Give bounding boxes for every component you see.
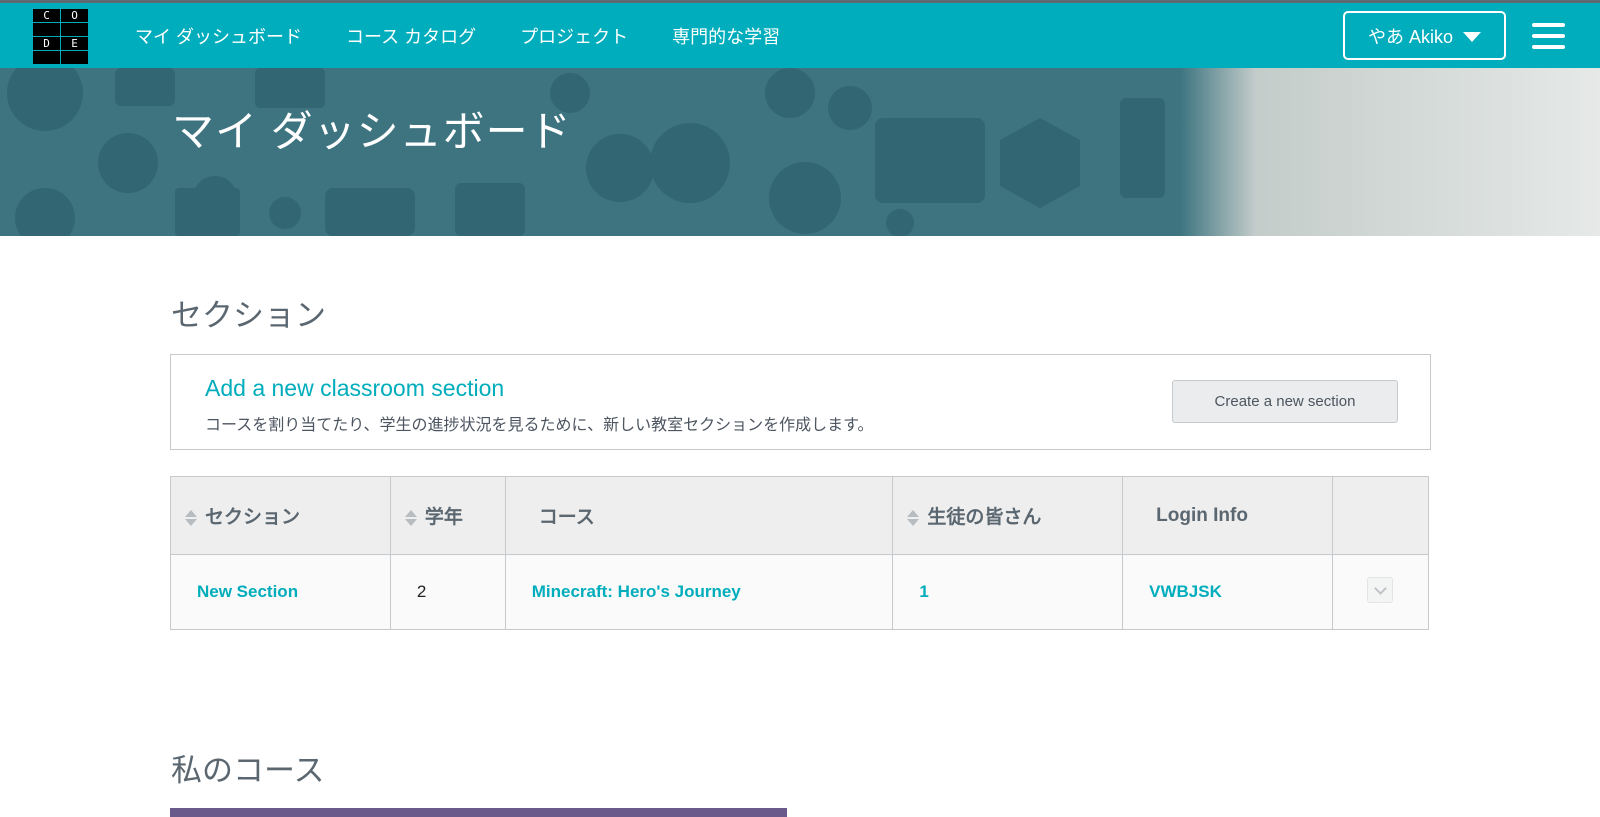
nav-links: マイ ダッシュボード コース カタログ プロジェクト 専門的な学習 (135, 3, 824, 68)
nav-link-course-catalog[interactable]: コース カタログ (346, 23, 476, 49)
add-section-description: コースを割り当てたり、学生の進捗状況を見るために、新しい教室セクションを作成しま… (205, 417, 874, 434)
nav-link-professional-learning[interactable]: 専門的な学習 (672, 23, 780, 49)
logo-letter-c: C (33, 9, 60, 22)
top-nav-bar: C O D E マイ ダッシュボード コース カタログ プロジェクト 専門的な学… (0, 0, 1600, 68)
table-row: New Section 2 Minecraft: Hero's Journey … (170, 554, 1429, 630)
sections-table: セクション 学年 コース 生徒の皆さん Login Info New Secti… (170, 476, 1429, 630)
add-section-title[interactable]: Add a new classroom section (205, 375, 504, 402)
header-section[interactable]: セクション (170, 476, 391, 555)
logo-letter-e: E (61, 37, 88, 50)
header-students[interactable]: 生徒の皆さん (892, 476, 1124, 555)
students-count-link[interactable]: 1 (919, 582, 928, 601)
header-label: 生徒の皆さん (927, 507, 1042, 528)
nav-link-projects[interactable]: プロジェクト (520, 23, 628, 49)
section-grade: 2 (416, 582, 427, 601)
cell-login-info: VWBJSK (1122, 554, 1333, 630)
sort-icon (907, 509, 920, 526)
logo-letter-d: D (33, 37, 60, 50)
user-menu-button[interactable]: やあ Akiko (1343, 11, 1506, 60)
header-grade[interactable]: 学年 (389, 476, 506, 555)
logo-blank (61, 51, 88, 64)
user-greeting: やあ Akiko (1367, 26, 1454, 47)
cell-grade: 2 (389, 554, 506, 630)
add-section-box: Add a new classroom section コースを割り当てたり、学… (170, 354, 1431, 450)
caret-down-icon (1463, 31, 1482, 42)
sort-icon (404, 509, 417, 526)
login-code-link[interactable]: VWBJSK (1149, 582, 1222, 601)
cell-actions (1332, 554, 1429, 630)
hero-photo (1180, 68, 1600, 236)
header-actions (1332, 476, 1429, 555)
code-logo[interactable]: C O D E (33, 9, 88, 64)
logo-letter-o: O (61, 9, 88, 22)
table-header-row: セクション 学年 コース 生徒の皆さん Login Info (170, 476, 1429, 555)
hamburger-menu-icon[interactable] (1532, 23, 1565, 49)
my-courses-heading: 私のコース (171, 753, 325, 788)
header-label: 学年 (424, 507, 463, 528)
header-course: コース (504, 476, 894, 555)
nav-link-dashboard[interactable]: マイ ダッシュボード (135, 23, 302, 49)
logo-blank (33, 23, 60, 36)
cell-course: Minecraft: Hero's Journey (504, 554, 894, 630)
course-card[interactable] (170, 808, 787, 817)
cell-students: 1 (892, 554, 1124, 630)
sections-heading: セクション (171, 298, 326, 333)
sort-icon (185, 509, 197, 526)
cell-section: New Section (170, 554, 391, 630)
chevron-down-icon[interactable] (1367, 576, 1393, 603)
header-label: Login Info (1156, 504, 1248, 526)
page-title: マイ ダッシュボード (172, 108, 572, 155)
course-link[interactable]: Minecraft: Hero's Journey (532, 582, 741, 601)
section-name-link[interactable]: New Section (197, 582, 298, 601)
logo-blank (33, 51, 60, 64)
header-login-info: Login Info (1122, 476, 1333, 555)
hero-banner: マイ ダッシュボード (0, 68, 1600, 236)
create-section-button[interactable]: Create a new section (1172, 380, 1398, 423)
header-label: セクション (205, 507, 301, 528)
logo-blank (61, 23, 88, 36)
header-label: コース (538, 507, 595, 528)
